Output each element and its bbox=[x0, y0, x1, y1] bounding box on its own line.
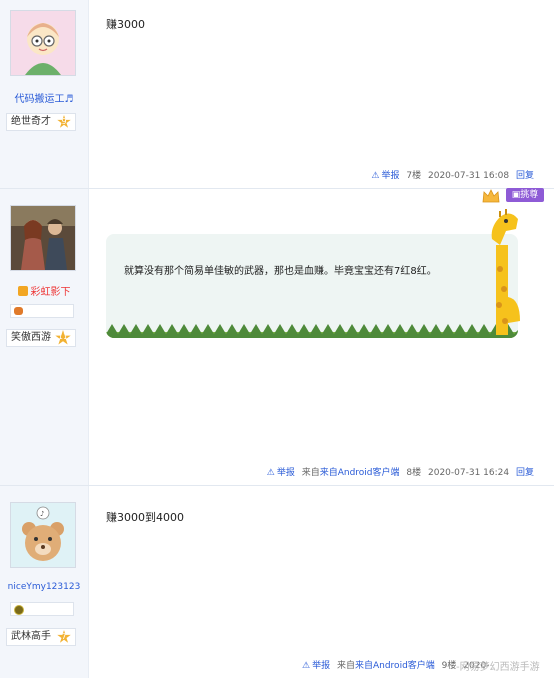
username[interactable]: 彩虹影下 bbox=[0, 283, 88, 298]
post-floor-9: ♪ niceYmy123123 武林高手 7 赚3000到4000 ⚠ 举报 来自… bbox=[0, 486, 554, 678]
vip-tag-icon: ▣ bbox=[511, 190, 521, 200]
report-label: 举报 bbox=[276, 468, 295, 478]
report-link[interactable]: ⚠ 举报 bbox=[267, 468, 295, 478]
floor-number: 7楼 bbox=[406, 171, 422, 181]
reply-link[interactable]: 回复 bbox=[516, 468, 534, 478]
floor-number: 8楼 bbox=[406, 468, 422, 478]
post-content: 就算没有那个简易单佳敏的武器，那也是血赚。毕竟宝宝还有7红8红。 bbox=[124, 266, 437, 277]
report-link[interactable]: ⚠ 举报 bbox=[302, 661, 330, 671]
medal-bar bbox=[10, 602, 74, 616]
vip-crown-icon bbox=[17, 286, 28, 296]
post-meta: ⚠ 举报 7楼 2020-07-31 16:08 回复 bbox=[367, 168, 534, 181]
avatar[interactable] bbox=[10, 205, 76, 271]
vip-tag[interactable]: ▣挑尊 bbox=[506, 188, 544, 202]
report-label: 举报 bbox=[312, 661, 331, 671]
vip-tag-label: 挑尊 bbox=[520, 190, 539, 200]
client-source: 来自来自Android客户端 bbox=[301, 468, 400, 478]
title-badge-label: 武林高手 bbox=[11, 631, 51, 642]
post-meta: ⚠ 举报 来自来自Android客户端 8楼 2020-07-31 16:24 回… bbox=[263, 465, 534, 478]
post-content: 赚3000到4000 bbox=[106, 511, 184, 524]
post-floor-7: 代码搬运工♬ 绝世奇才 9 赚3000 ⚠ 举报 7楼 2020-07-31 16… bbox=[0, 0, 554, 188]
post-time: 2020-07-31 16:24 bbox=[428, 468, 510, 478]
level-star-icon: 7 bbox=[57, 630, 71, 643]
title-badge-label: 绝世奇才 bbox=[11, 116, 51, 127]
title-badge-label: 笑傲西游 bbox=[11, 332, 51, 343]
report-label: 举报 bbox=[381, 171, 400, 181]
title-badge: 武林高手 7 bbox=[6, 628, 76, 646]
watermark: -网易梦幻西游手游 bbox=[456, 658, 540, 673]
post-content: 赚3000 bbox=[106, 18, 145, 31]
username[interactable]: 代码搬运工♬ bbox=[0, 90, 88, 105]
medal-bar bbox=[10, 304, 74, 318]
post-bubble: 就算没有那个简易单佳敏的武器，那也是血赚。毕竟宝宝还有7红8红。 bbox=[106, 234, 518, 338]
client-source-label[interactable]: 来自Android客户端 bbox=[355, 661, 435, 671]
floor-number: 9楼 bbox=[441, 661, 457, 671]
post-time: 2020-07-31 16:08 bbox=[428, 171, 510, 181]
client-source-label[interactable]: 来自Android客户端 bbox=[320, 468, 400, 478]
level-star-icon: 11 bbox=[55, 330, 71, 345]
level-star-icon: 9 bbox=[57, 115, 71, 128]
client-source: 来自来自Android客户端 bbox=[336, 661, 435, 671]
watermark-label: 网易梦幻西游手游 bbox=[459, 662, 540, 673]
report-link[interactable]: ⚠ 举报 bbox=[371, 171, 399, 181]
username[interactable]: niceYmy123123 bbox=[0, 582, 88, 592]
vip-crown-badge-icon bbox=[482, 188, 500, 204]
title-badge: 笑傲西游 11 bbox=[6, 329, 76, 347]
svg-text:♪: ♪ bbox=[40, 510, 44, 518]
avatar[interactable]: ♪ bbox=[10, 502, 76, 568]
avatar[interactable] bbox=[10, 10, 76, 76]
grass-decoration bbox=[106, 324, 518, 338]
post-floor-8: 彩虹影下 笑傲西游 11 ▣挑尊 就算没有那个简易单佳敏的武器，那也是血赚。毕竟… bbox=[0, 188, 554, 485]
title-badge: 绝世奇才 9 bbox=[6, 113, 76, 131]
medal-icon bbox=[14, 307, 23, 315]
reply-link[interactable]: 回复 bbox=[516, 171, 534, 181]
medal-icon bbox=[14, 605, 24, 615]
username-label: 彩虹影下 bbox=[30, 287, 71, 298]
giraffe-decoration-icon bbox=[491, 209, 520, 335]
